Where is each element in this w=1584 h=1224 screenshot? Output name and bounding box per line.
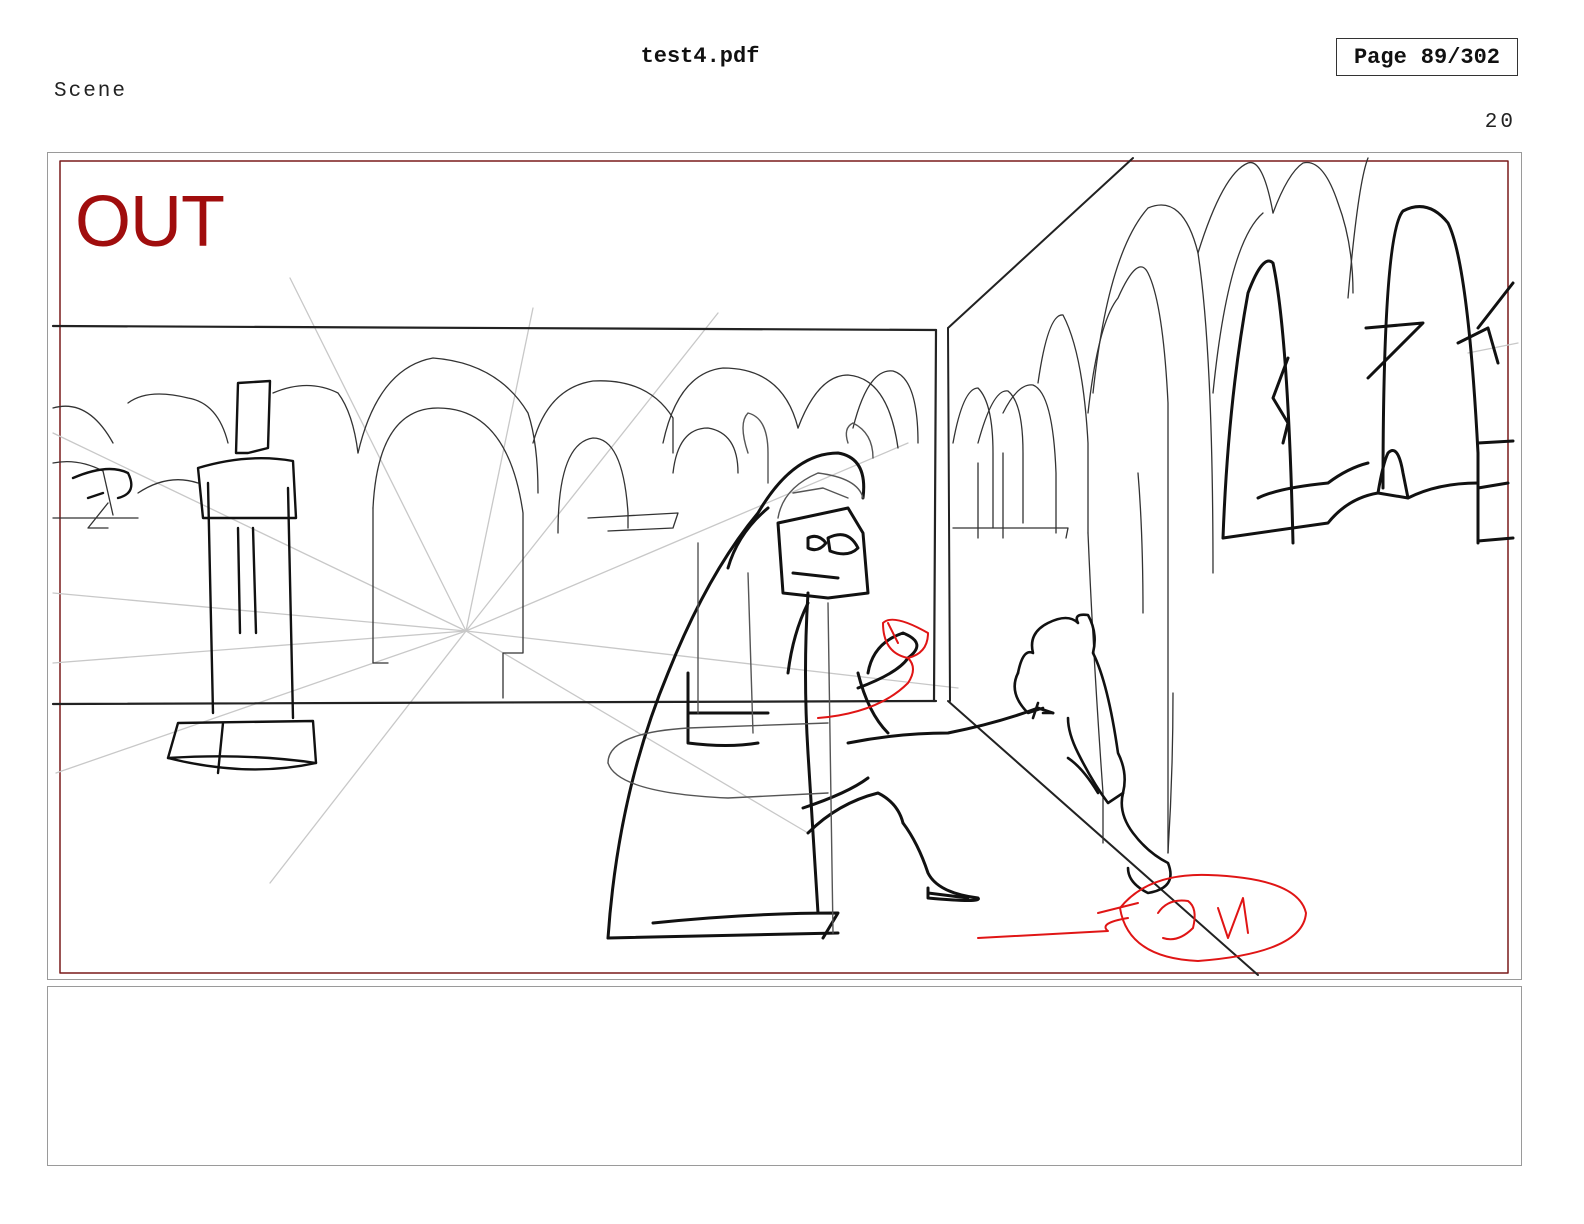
side-wall: [947, 157, 1259, 976]
notes-box: [47, 986, 1522, 1166]
side-wall-arches: [952, 157, 1369, 854]
safe-frame: [59, 160, 1509, 974]
central-figure: [606, 451, 1055, 940]
document-title: test4.pdf: [640, 44, 760, 69]
storyboard-sketch: [51, 157, 1519, 976]
left-figure: [71, 379, 318, 775]
background-arches: [52, 357, 919, 699]
out-label: OUT: [75, 182, 225, 262]
storyboard-panel: OUT: [47, 152, 1522, 980]
page-label: Page: [1353, 44, 1407, 70]
page-indicator: Page 89/302: [1336, 38, 1518, 76]
scene-label: Scene: [54, 80, 128, 103]
creature: [1013, 613, 1172, 895]
perspective-guides: [52, 277, 1519, 884]
page-number: 89/302: [1420, 44, 1501, 70]
scene-number: 20: [1484, 111, 1516, 134]
side-wall-dark-arches: [1221, 205, 1515, 545]
